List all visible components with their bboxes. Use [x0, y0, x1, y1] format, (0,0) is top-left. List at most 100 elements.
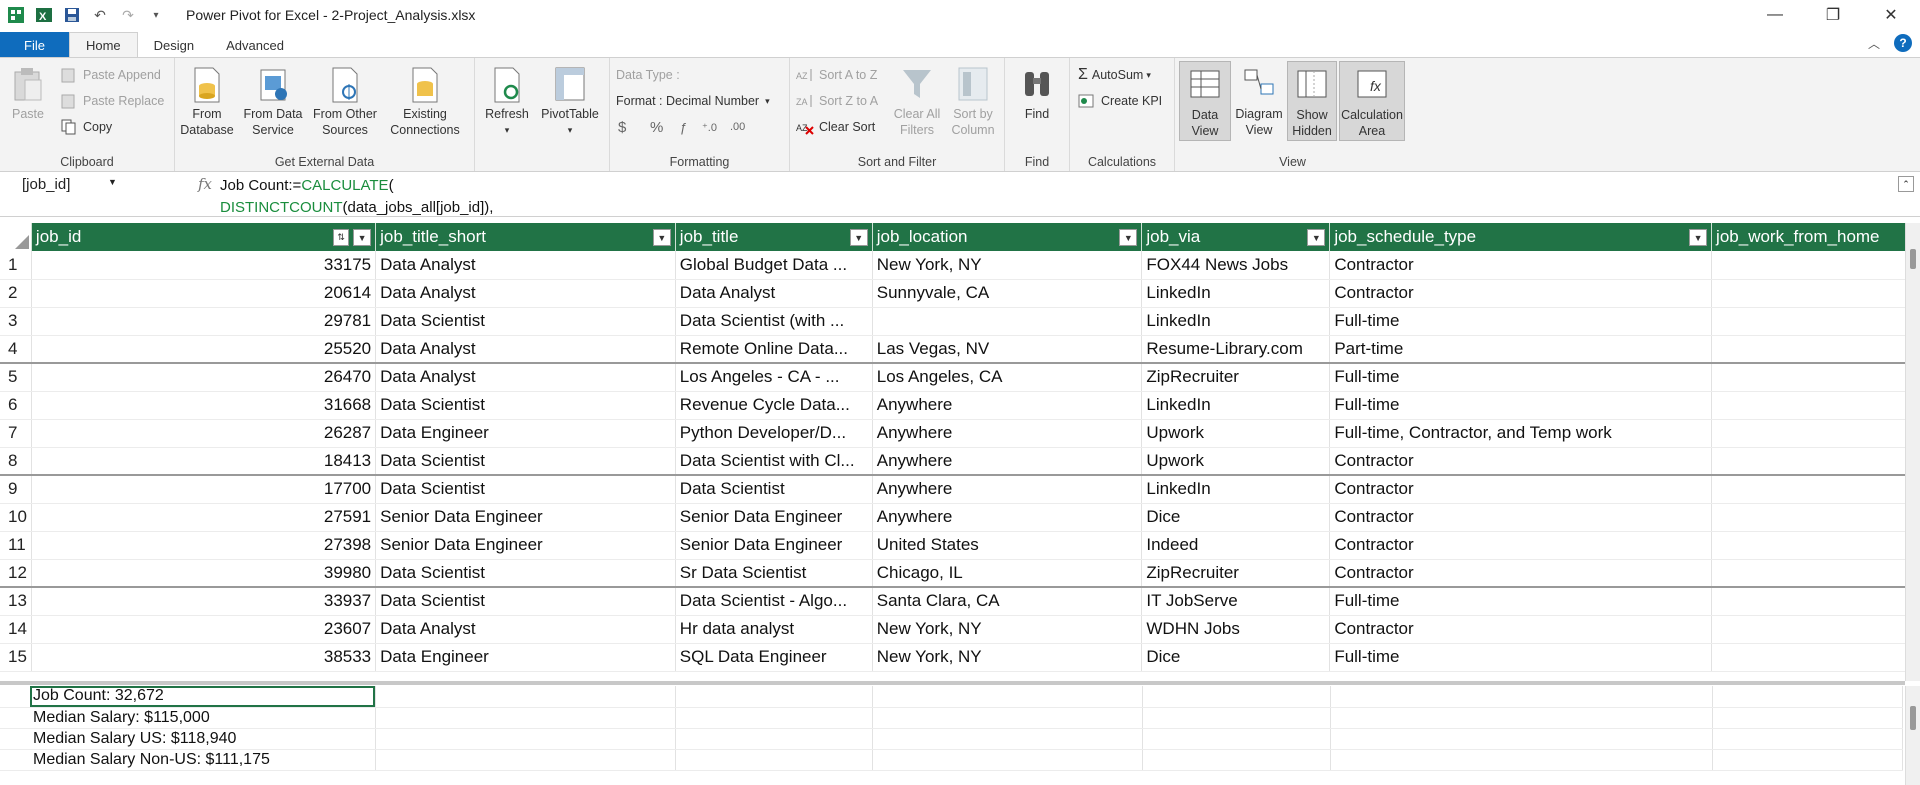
paste-replace-button[interactable]: Paste Replace: [60, 90, 164, 112]
help-icon[interactable]: ?: [1894, 34, 1912, 52]
row-number[interactable]: 15: [0, 643, 32, 672]
cell-job-schedule-type[interactable]: Contractor: [1329, 447, 1713, 476]
from-data-service-button[interactable]: From Data Service: [243, 64, 303, 138]
autosum-button[interactable]: Σ AutoSum ▾: [1078, 64, 1151, 86]
cell-job-work-from-home[interactable]: [1711, 335, 1920, 364]
calc-cell[interactable]: [0, 728, 30, 750]
show-hidden-button[interactable]: Show Hidden: [1287, 61, 1337, 141]
cell-job-title-short[interactable]: Data Scientist: [375, 475, 676, 504]
cell-job-title[interactable]: Data Scientist (with ...: [675, 307, 873, 336]
grid-vertical-scrollbar[interactable]: [1905, 223, 1920, 681]
row-number[interactable]: 4: [0, 335, 32, 364]
calc-cell[interactable]: [0, 707, 30, 729]
select-all-corner[interactable]: [0, 223, 32, 251]
cell-job-via[interactable]: Dice: [1141, 503, 1331, 532]
cell-job-title[interactable]: Sr Data Scientist: [675, 559, 873, 588]
calc-cell[interactable]: [1142, 686, 1331, 708]
calc-cell[interactable]: [1712, 686, 1903, 708]
formula-input[interactable]: Job Count:=CALCULATE( DISTINCTCOUNT(data…: [220, 175, 493, 219]
find-button[interactable]: Find: [1013, 64, 1061, 122]
cell-job-title-short[interactable]: Senior Data Engineer: [375, 503, 676, 532]
percent-button[interactable]: %: [650, 116, 663, 138]
minimize-button[interactable]: —: [1746, 0, 1804, 30]
cell-job-location[interactable]: New York, NY: [872, 251, 1143, 280]
name-box-dropdown-icon[interactable]: ▼: [108, 177, 117, 187]
diagram-view-button[interactable]: Diagram View: [1233, 64, 1285, 138]
filter-dropdown-icon[interactable]: ▼: [353, 229, 372, 246]
cell-job-location[interactable]: Santa Clara, CA: [872, 587, 1143, 616]
cell-job-via[interactable]: Upwork: [1141, 419, 1331, 448]
cell-job-title-short[interactable]: Data Scientist: [375, 587, 676, 616]
cell-job-location[interactable]: Anywhere: [872, 503, 1143, 532]
clear-sort-button[interactable]: AZ Clear Sort: [796, 116, 875, 138]
sort-z-a-button[interactable]: ZA Sort Z to A: [796, 90, 878, 112]
cell-job-location[interactable]: New York, NY: [872, 615, 1143, 644]
filter-dropdown-icon[interactable]: ▼: [652, 229, 671, 246]
cell-job-title[interactable]: Data Analyst: [675, 279, 873, 308]
cell-job-title[interactable]: Senior Data Engineer: [675, 503, 873, 532]
calc-cell[interactable]: [1142, 728, 1331, 750]
cell-job-location[interactable]: Anywhere: [872, 391, 1143, 420]
table-row[interactable]: 14 23607 Data Analyst Hr data analyst New Yo…: [0, 615, 1920, 644]
cell-job-title-short[interactable]: Data Analyst: [375, 615, 676, 644]
table-row[interactable]: 15 38533 Data Engineer SQL Data Engineer New…: [0, 643, 1920, 672]
calculation-area-splitter[interactable]: [0, 681, 1905, 685]
row-number[interactable]: 1: [0, 251, 32, 280]
cell-job-work-from-home[interactable]: [1711, 475, 1920, 504]
calc-cell[interactable]: [872, 728, 1143, 750]
cell-job-id[interactable]: 20614: [31, 279, 377, 308]
column-header-job-via[interactable]: job_via ▼: [1141, 223, 1331, 251]
collapse-ribbon-icon[interactable]: ︿: [1868, 35, 1880, 52]
close-button[interactable]: ✕: [1862, 0, 1920, 30]
cell-job-title[interactable]: Data Scientist - Algo...: [675, 587, 873, 616]
row-number[interactable]: 12: [0, 559, 32, 588]
cell-job-title-short[interactable]: Senior Data Engineer: [375, 531, 676, 560]
column-header-job-id[interactable]: job_id ⇅ ▼: [31, 223, 377, 251]
cell-job-schedule-type[interactable]: Full-time: [1329, 307, 1713, 336]
calc-cell[interactable]: [675, 686, 873, 708]
cell-job-id[interactable]: 39980: [31, 559, 377, 588]
cell-job-via[interactable]: LinkedIn: [1141, 307, 1331, 336]
calc-cell[interactable]: [1142, 749, 1331, 771]
cell-job-work-from-home[interactable]: [1711, 307, 1920, 336]
cell-job-id[interactable]: 33937: [31, 587, 377, 616]
tab-home[interactable]: Home: [68, 32, 138, 58]
cell-job-schedule-type[interactable]: Full-time: [1329, 363, 1713, 392]
cell-job-id[interactable]: 26287: [31, 419, 377, 448]
sort-by-column-button[interactable]: Sort by Column: [946, 64, 1000, 138]
pivottable-button[interactable]: PivotTable ▾: [537, 64, 603, 138]
cell-job-title-short[interactable]: Data Scientist: [375, 307, 676, 336]
sort-a-z-button[interactable]: AZ Sort A to Z: [796, 64, 877, 86]
cell-job-title[interactable]: Los Angeles - CA - ...: [675, 363, 873, 392]
column-header-job-title-short[interactable]: job_title_short ▼: [375, 223, 676, 251]
cell-job-schedule-type[interactable]: Contractor: [1329, 559, 1713, 588]
cell-job-schedule-type[interactable]: Contractor: [1329, 475, 1713, 504]
calc-cell[interactable]: [872, 686, 1143, 708]
row-number[interactable]: 13: [0, 587, 32, 616]
cell-job-work-from-home[interactable]: [1711, 391, 1920, 420]
create-kpi-button[interactable]: Create KPI: [1078, 90, 1162, 112]
cell-job-id[interactable]: 33175: [31, 251, 377, 280]
calc-cell[interactable]: [0, 749, 30, 771]
paste-append-button[interactable]: Paste Append: [60, 64, 161, 86]
copy-button[interactable]: Copy: [60, 116, 112, 138]
tab-file[interactable]: File: [0, 32, 69, 58]
cell-job-title[interactable]: Revenue Cycle Data...: [675, 391, 873, 420]
calc-cell[interactable]: [1712, 707, 1903, 729]
cell-job-location[interactable]: Anywhere: [872, 447, 1143, 476]
cell-job-title[interactable]: SQL Data Engineer: [675, 643, 873, 672]
cell-job-title[interactable]: Senior Data Engineer: [675, 531, 873, 560]
measure-cell[interactable]: Median Salary: $115,000: [30, 707, 376, 729]
calc-cell[interactable]: [1330, 686, 1713, 708]
calc-cell[interactable]: [0, 686, 30, 708]
cell-job-schedule-type[interactable]: Full-time: [1329, 643, 1713, 672]
cell-job-schedule-type[interactable]: Contractor: [1329, 251, 1713, 280]
from-database-button[interactable]: From Database: [180, 64, 234, 138]
calc-cell[interactable]: [375, 707, 676, 729]
calc-cell[interactable]: [375, 686, 676, 708]
name-box[interactable]: [job_id]: [6, 176, 196, 196]
table-row[interactable]: 7 26287 Data Engineer Python Developer/D...…: [0, 419, 1920, 448]
cell-job-location[interactable]: Anywhere: [872, 419, 1143, 448]
cell-job-via[interactable]: WDHN Jobs: [1141, 615, 1331, 644]
calc-cell[interactable]: [375, 749, 676, 771]
